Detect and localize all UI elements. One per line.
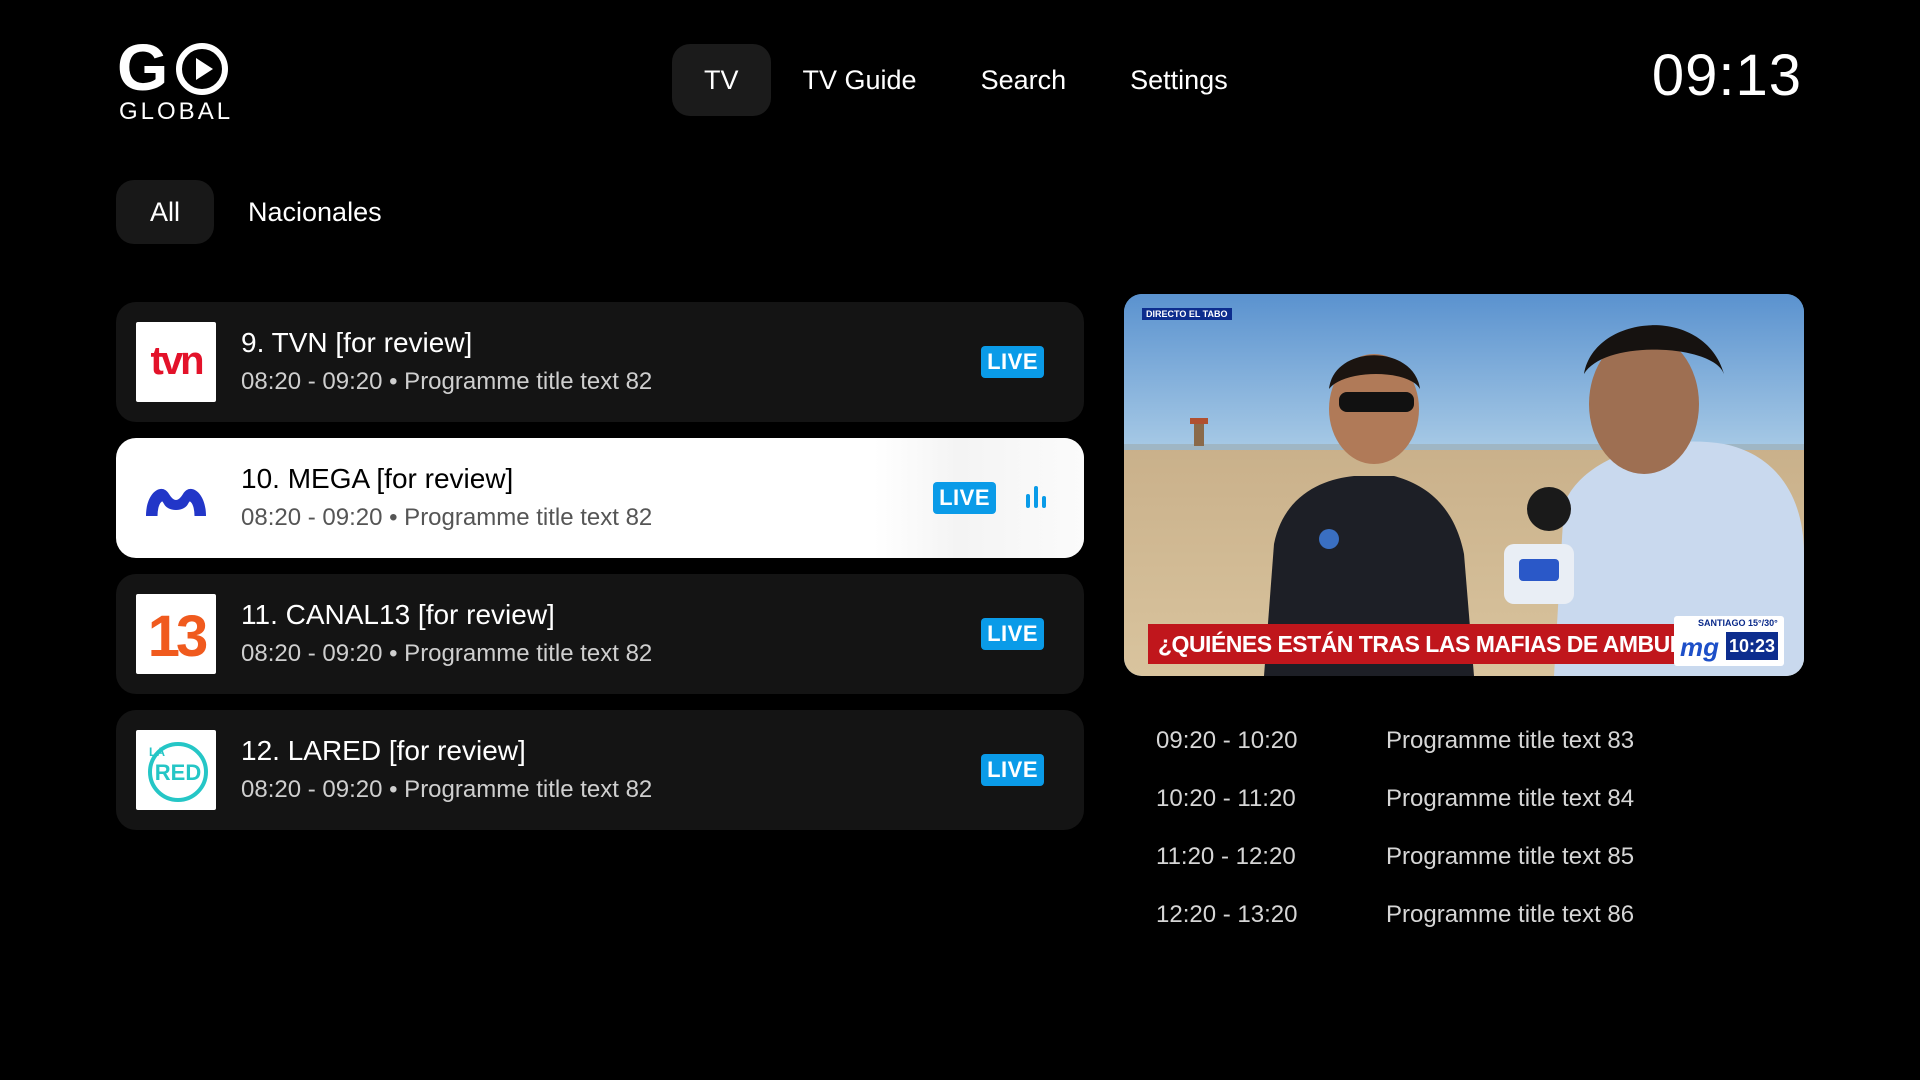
news-ticker: ¿QUIÉNES ESTÁN TRAS LAS MAFIAS DE AMBULA… xyxy=(1148,624,1708,664)
schedule-row: 10:20 - 11:20 Programme title text 84 xyxy=(1156,770,1756,828)
logo-mark: G xyxy=(117,32,237,102)
channel-row-canal13[interactable]: 13 11. CANAL13 [for review] 08:20 - 09:2… xyxy=(116,574,1084,694)
channel-row-mega[interactable]: 10. MEGA [for review] 08:20 - 09:20 • Pr… xyxy=(116,438,1084,558)
lared-logo: LA RED xyxy=(136,730,216,810)
mega-logo xyxy=(136,458,216,538)
nav-tv[interactable]: TV xyxy=(672,44,771,116)
nav-search[interactable]: Search xyxy=(949,44,1099,116)
svg-text:13: 13 xyxy=(148,604,207,669)
schedule-title: Programme title text 85 xyxy=(1386,843,1635,870)
nav-settings[interactable]: Settings xyxy=(1098,44,1260,116)
filter-all[interactable]: All xyxy=(116,180,215,244)
channel-row-lared[interactable]: LA RED 12. LARED [for review] 08:20 - 09… xyxy=(116,710,1084,830)
filter-nacionales[interactable]: Nacionales xyxy=(214,180,416,244)
channel-name: 12. LARED [for review] xyxy=(241,735,526,766)
clock: 09:13 xyxy=(1651,43,1802,108)
live-preview-player[interactable]: DIRECTO EL TABO ¿QUIÉNES ESTÁN TRAS LAS … xyxy=(1124,294,1804,676)
channel-list: tvn 9. TVN [for review] 08:20 - 09:20 • … xyxy=(116,302,1084,846)
live-badge: LIVE xyxy=(933,482,996,514)
category-filters: All Nacionales xyxy=(116,180,416,244)
channel-info: 12. LARED [for review] 08:20 - 09:20 • P… xyxy=(241,734,652,806)
top-nav: TV TV Guide Search Settings xyxy=(672,44,1260,116)
directo-tag: DIRECTO EL TABO xyxy=(1142,308,1232,320)
logo-word: G xyxy=(117,30,168,104)
equalizer-icon xyxy=(1026,486,1046,508)
schedule-time: 12:20 - 13:20 xyxy=(1156,901,1298,928)
schedule-time: 10:20 - 11:20 xyxy=(1156,785,1296,812)
live-badge: LIVE xyxy=(981,754,1044,786)
live-badge: LIVE xyxy=(981,618,1044,650)
channel-name: 11. CANAL13 [for review] xyxy=(241,599,555,630)
current-programme: 08:20 - 09:20 • Programme title text 82 xyxy=(241,368,653,395)
current-programme: 08:20 - 09:20 • Programme title text 82 xyxy=(241,640,653,667)
play-circle-icon xyxy=(176,43,228,95)
channel-info: 11. CANAL13 [for review] 08:20 - 09:20 •… xyxy=(241,598,652,670)
logo-subtitle: GLOBAL xyxy=(119,98,234,125)
canal13-logo: 13 xyxy=(136,594,216,674)
upcoming-schedule: 09:20 - 10:20 Programme title text 83 10… xyxy=(1156,712,1756,944)
bug-brand: mg xyxy=(1680,632,1719,662)
live-badge: LIVE xyxy=(981,346,1044,378)
svg-text:tvn: tvn xyxy=(151,339,203,383)
current-programme: 08:20 - 09:20 • Programme title text 82 xyxy=(241,504,653,531)
channel-info: 9. TVN [for review] 08:20 - 09:20 • Prog… xyxy=(241,326,652,398)
channel-row-tvn[interactable]: tvn 9. TVN [for review] 08:20 - 09:20 • … xyxy=(116,302,1084,422)
svg-text:LA: LA xyxy=(149,745,165,759)
schedule-title: Programme title text 84 xyxy=(1386,785,1635,812)
go-global-logo: G GLOBAL xyxy=(117,32,237,125)
tvn-logo: tvn xyxy=(136,322,216,402)
schedule-time: 09:20 - 10:20 xyxy=(1156,727,1298,754)
channel-name: 10. MEGA [for review] xyxy=(241,463,514,494)
channel-info: 10. MEGA [for review] 08:20 - 09:20 • Pr… xyxy=(241,462,652,534)
channel-name: 9. TVN [for review] xyxy=(241,327,473,358)
nav-tv-guide[interactable]: TV Guide xyxy=(771,44,949,116)
schedule-row: 12:20 - 13:20 Programme title text 86 xyxy=(1156,886,1756,944)
channel-bug: SANTIAGO 15°/30° mg 10:23 xyxy=(1674,616,1784,666)
schedule-time: 11:20 - 12:20 xyxy=(1156,843,1296,870)
bug-time: 10:23 xyxy=(1726,632,1778,660)
svg-text:RED: RED xyxy=(155,760,201,785)
bug-location: SANTIAGO 15°/30° xyxy=(1698,618,1778,628)
current-programme: 08:20 - 09:20 • Programme title text 82 xyxy=(241,776,653,803)
schedule-row: 09:20 - 10:20 Programme title text 83 xyxy=(1156,712,1756,770)
schedule-title: Programme title text 83 xyxy=(1386,727,1635,754)
schedule-row: 11:20 - 12:20 Programme title text 85 xyxy=(1156,828,1756,886)
schedule-title: Programme title text 86 xyxy=(1386,901,1635,928)
